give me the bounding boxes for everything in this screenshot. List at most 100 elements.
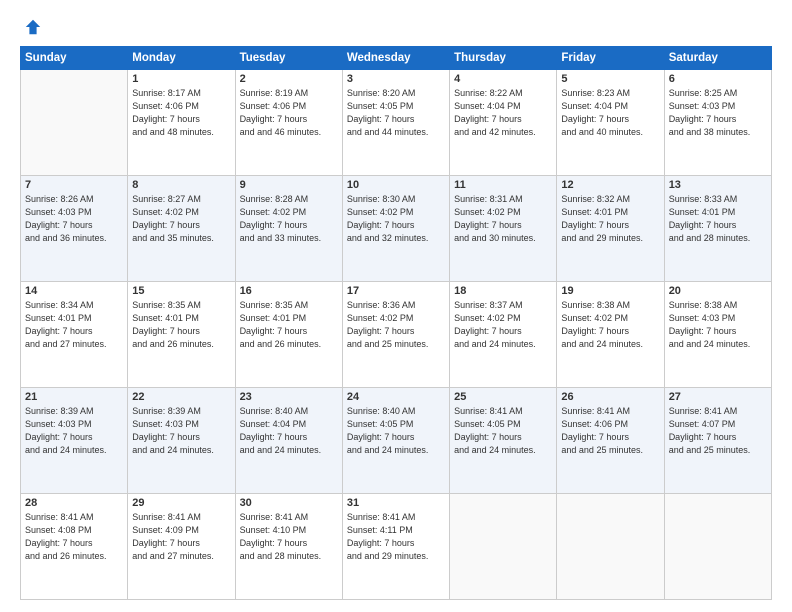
sunrise-text: Sunrise: 8:40 AM: [240, 405, 338, 418]
calendar-cell: 10Sunrise: 8:30 AMSunset: 4:02 PMDayligh…: [342, 176, 449, 282]
calendar-cell: 12Sunrise: 8:32 AMSunset: 4:01 PMDayligh…: [557, 176, 664, 282]
daylight-text: Daylight: 7 hours: [25, 537, 123, 550]
calendar-table: SundayMondayTuesdayWednesdayThursdayFrid…: [20, 46, 772, 600]
day-number: 4: [454, 73, 552, 85]
daylight-minutes-text: and and 42 minutes.: [454, 126, 552, 139]
daylight-text: Daylight: 7 hours: [347, 325, 445, 338]
calendar-cell: 15Sunrise: 8:35 AMSunset: 4:01 PMDayligh…: [128, 282, 235, 388]
daylight-minutes-text: and and 26 minutes.: [132, 338, 230, 351]
daylight-text: Daylight: 7 hours: [240, 219, 338, 232]
day-number: 1: [132, 73, 230, 85]
sunset-text: Sunset: 4:10 PM: [240, 524, 338, 537]
daylight-minutes-text: and and 36 minutes.: [25, 232, 123, 245]
sunset-text: Sunset: 4:05 PM: [454, 418, 552, 431]
daylight-text: Daylight: 7 hours: [561, 325, 659, 338]
daylight-text: Daylight: 7 hours: [25, 325, 123, 338]
calendar-cell: 25Sunrise: 8:41 AMSunset: 4:05 PMDayligh…: [450, 388, 557, 494]
daylight-text: Daylight: 7 hours: [454, 113, 552, 126]
sunset-text: Sunset: 4:02 PM: [454, 312, 552, 325]
page: SundayMondayTuesdayWednesdayThursdayFrid…: [0, 0, 792, 612]
day-number: 10: [347, 179, 445, 191]
day-number: 21: [25, 391, 123, 403]
calendar-cell: 4Sunrise: 8:22 AMSunset: 4:04 PMDaylight…: [450, 70, 557, 176]
weekday-header-friday: Friday: [557, 47, 664, 70]
daylight-minutes-text: and and 29 minutes.: [347, 550, 445, 563]
daylight-minutes-text: and and 28 minutes.: [669, 232, 767, 245]
weekday-header-saturday: Saturday: [664, 47, 771, 70]
daylight-minutes-text: and and 35 minutes.: [132, 232, 230, 245]
daylight-text: Daylight: 7 hours: [561, 431, 659, 444]
sunrise-text: Sunrise: 8:27 AM: [132, 193, 230, 206]
sunset-text: Sunset: 4:03 PM: [25, 418, 123, 431]
sunrise-text: Sunrise: 8:36 AM: [347, 299, 445, 312]
sunrise-text: Sunrise: 8:41 AM: [561, 405, 659, 418]
day-number: 16: [240, 285, 338, 297]
sunset-text: Sunset: 4:01 PM: [561, 206, 659, 219]
daylight-text: Daylight: 7 hours: [347, 431, 445, 444]
calendar-cell: 1Sunrise: 8:17 AMSunset: 4:06 PMDaylight…: [128, 70, 235, 176]
daylight-text: Daylight: 7 hours: [240, 325, 338, 338]
daylight-minutes-text: and and 24 minutes.: [240, 444, 338, 457]
calendar-cell: 18Sunrise: 8:37 AMSunset: 4:02 PMDayligh…: [450, 282, 557, 388]
calendar-cell: 7Sunrise: 8:26 AMSunset: 4:03 PMDaylight…: [21, 176, 128, 282]
calendar-cell: 14Sunrise: 8:34 AMSunset: 4:01 PMDayligh…: [21, 282, 128, 388]
sunset-text: Sunset: 4:02 PM: [561, 312, 659, 325]
calendar-cell: 11Sunrise: 8:31 AMSunset: 4:02 PMDayligh…: [450, 176, 557, 282]
daylight-text: Daylight: 7 hours: [132, 325, 230, 338]
daylight-minutes-text: and and 24 minutes.: [347, 444, 445, 457]
calendar-cell: 13Sunrise: 8:33 AMSunset: 4:01 PMDayligh…: [664, 176, 771, 282]
weekday-header-row: SundayMondayTuesdayWednesdayThursdayFrid…: [21, 47, 772, 70]
calendar-cell: [450, 494, 557, 600]
day-number: 31: [347, 497, 445, 509]
sunrise-text: Sunrise: 8:35 AM: [240, 299, 338, 312]
daylight-text: Daylight: 7 hours: [454, 431, 552, 444]
daylight-text: Daylight: 7 hours: [240, 537, 338, 550]
sunrise-text: Sunrise: 8:25 AM: [669, 87, 767, 100]
daylight-minutes-text: and and 40 minutes.: [561, 126, 659, 139]
day-number: 14: [25, 285, 123, 297]
weekday-header-wednesday: Wednesday: [342, 47, 449, 70]
calendar-cell: 3Sunrise: 8:20 AMSunset: 4:05 PMDaylight…: [342, 70, 449, 176]
daylight-text: Daylight: 7 hours: [25, 219, 123, 232]
weekday-header-sunday: Sunday: [21, 47, 128, 70]
sunset-text: Sunset: 4:05 PM: [347, 418, 445, 431]
day-number: 2: [240, 73, 338, 85]
sunrise-text: Sunrise: 8:39 AM: [132, 405, 230, 418]
day-number: 19: [561, 285, 659, 297]
calendar-cell: 21Sunrise: 8:39 AMSunset: 4:03 PMDayligh…: [21, 388, 128, 494]
sunset-text: Sunset: 4:06 PM: [561, 418, 659, 431]
sunrise-text: Sunrise: 8:22 AM: [454, 87, 552, 100]
header: [20, 18, 772, 36]
sunrise-text: Sunrise: 8:23 AM: [561, 87, 659, 100]
day-number: 28: [25, 497, 123, 509]
daylight-text: Daylight: 7 hours: [132, 431, 230, 444]
daylight-minutes-text: and and 27 minutes.: [25, 338, 123, 351]
sunset-text: Sunset: 4:03 PM: [132, 418, 230, 431]
sunset-text: Sunset: 4:04 PM: [561, 100, 659, 113]
calendar-cell: 5Sunrise: 8:23 AMSunset: 4:04 PMDaylight…: [557, 70, 664, 176]
daylight-minutes-text: and and 26 minutes.: [25, 550, 123, 563]
sunset-text: Sunset: 4:05 PM: [347, 100, 445, 113]
calendar-cell: 20Sunrise: 8:38 AMSunset: 4:03 PMDayligh…: [664, 282, 771, 388]
calendar-cell: 16Sunrise: 8:35 AMSunset: 4:01 PMDayligh…: [235, 282, 342, 388]
daylight-text: Daylight: 7 hours: [240, 431, 338, 444]
sunrise-text: Sunrise: 8:17 AM: [132, 87, 230, 100]
daylight-minutes-text: and and 38 minutes.: [669, 126, 767, 139]
sunset-text: Sunset: 4:03 PM: [25, 206, 123, 219]
sunset-text: Sunset: 4:01 PM: [25, 312, 123, 325]
calendar-cell: 19Sunrise: 8:38 AMSunset: 4:02 PMDayligh…: [557, 282, 664, 388]
sunrise-text: Sunrise: 8:30 AM: [347, 193, 445, 206]
daylight-minutes-text: and and 24 minutes.: [561, 338, 659, 351]
daylight-text: Daylight: 7 hours: [132, 537, 230, 550]
sunset-text: Sunset: 4:06 PM: [132, 100, 230, 113]
calendar-cell: 22Sunrise: 8:39 AMSunset: 4:03 PMDayligh…: [128, 388, 235, 494]
daylight-minutes-text: and and 24 minutes.: [132, 444, 230, 457]
sunrise-text: Sunrise: 8:41 AM: [669, 405, 767, 418]
daylight-minutes-text: and and 25 minutes.: [561, 444, 659, 457]
sunrise-text: Sunrise: 8:33 AM: [669, 193, 767, 206]
daylight-minutes-text: and and 26 minutes.: [240, 338, 338, 351]
daylight-text: Daylight: 7 hours: [669, 219, 767, 232]
daylight-text: Daylight: 7 hours: [347, 113, 445, 126]
day-number: 26: [561, 391, 659, 403]
weekday-header-tuesday: Tuesday: [235, 47, 342, 70]
